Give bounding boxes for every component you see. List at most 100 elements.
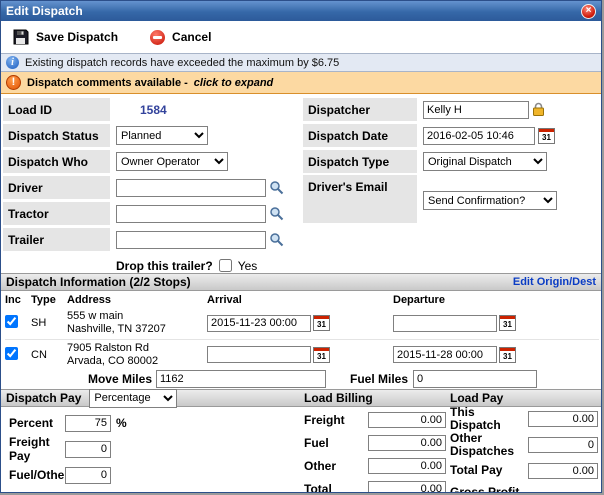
cancel-label: Cancel: [172, 30, 211, 44]
billing-freight-input[interactable]: [368, 412, 446, 428]
total-pay-input[interactable]: [528, 463, 598, 479]
billing-total-input[interactable]: [368, 481, 446, 494]
billing-other-label: Other: [304, 459, 368, 473]
billing-freight-label: Freight: [304, 413, 368, 427]
stop-2-arrival-input[interactable]: [207, 346, 311, 363]
stop-row: SH 555 w main Nashville, TN 37207 31 31: [5, 308, 599, 338]
tractor-input[interactable]: [116, 205, 266, 223]
move-miles-input[interactable]: [156, 370, 326, 388]
load-pay-column: This Dispatch Other Dispatches Total Pay…: [450, 408, 602, 493]
stops-table-header: Inc Type Address Arrival Departure: [5, 294, 599, 306]
pay-left-column: Percent % Freight Pay Fuel/Other: [9, 410, 159, 488]
dispatch-type-select[interactable]: Original Dispatch: [423, 152, 547, 171]
drop-trailer-label: Drop this trailer?: [116, 259, 213, 273]
billing-fuel-row: Fuel: [304, 431, 450, 454]
driver-input[interactable]: [116, 179, 266, 197]
miles-row: Move Miles Fuel Miles: [1, 369, 601, 389]
driver-label: Driver: [3, 176, 110, 199]
info-icon: i: [6, 56, 19, 69]
dispatch-date-calendar-icon[interactable]: 31: [538, 128, 555, 144]
percent-input[interactable]: [65, 415, 111, 432]
col-departure: Departure: [393, 294, 599, 306]
move-miles-label: Move Miles: [1, 372, 156, 386]
dispatch-status-label: Dispatch Status: [3, 124, 110, 147]
percent-row: Percent %: [9, 410, 159, 436]
close-icon[interactable]: ×: [581, 4, 596, 19]
col-inc: Inc: [5, 294, 31, 306]
stop-1-arrival-calendar-icon[interactable]: 31: [313, 315, 330, 331]
save-label: Save Dispatch: [36, 30, 118, 44]
driver-search-icon[interactable]: [269, 180, 284, 195]
dispatcher-row: Dispatcher: [303, 97, 602, 122]
stop-row: CN 7905 Ralston Rd Arvada, CO 80002 31 3…: [5, 339, 599, 369]
stop-2-include-checkbox[interactable]: [5, 347, 18, 360]
stop-1-type: SH: [31, 317, 67, 329]
tractor-search-icon[interactable]: [269, 206, 284, 221]
gross-profit-row: Gross Profit: [450, 482, 602, 493]
dispatcher-label: Dispatcher: [303, 98, 417, 121]
title-bar[interactable]: Edit Dispatch ×: [1, 1, 601, 21]
billing-fuel-label: Fuel: [304, 436, 368, 450]
stop-1-departure-input[interactable]: [393, 315, 497, 332]
send-confirmation-select[interactable]: Send Confirmation?: [423, 191, 557, 210]
comments-alert[interactable]: ! Dispatch comments available - click to…: [1, 72, 601, 94]
other-dispatches-input[interactable]: [528, 437, 598, 453]
trailer-search-icon[interactable]: [269, 232, 284, 247]
lock-icon[interactable]: [532, 102, 545, 117]
dispatcher-input[interactable]: [423, 101, 529, 119]
this-dispatch-input[interactable]: [528, 411, 598, 427]
freight-pay-label: Freight Pay: [9, 435, 65, 463]
freight-pay-input[interactable]: [65, 441, 111, 458]
billing-freight-row: Freight: [304, 408, 450, 431]
tractor-row: Tractor: [3, 201, 301, 226]
dispatch-who-label: Dispatch Who: [3, 150, 110, 173]
stop-1-departure-calendar-icon[interactable]: 31: [499, 315, 516, 331]
trailer-row: Trailer: [3, 227, 301, 252]
stop-2-departure-calendar-icon[interactable]: 31: [499, 347, 516, 363]
stop-2-type: CN: [31, 349, 67, 361]
total-pay-row: Total Pay: [450, 459, 602, 482]
freight-pay-row: Freight Pay: [9, 436, 159, 462]
info-alert: i Existing dispatch records have exceede…: [1, 53, 601, 72]
dispatch-who-select[interactable]: Owner Operator: [116, 152, 228, 171]
percent-unit: %: [116, 416, 127, 430]
stop-2-address: 7905 Ralston Rd Arvada, CO 80002: [67, 342, 207, 368]
save-dispatch-button[interactable]: Save Dispatch: [13, 29, 118, 45]
dispatch-status-select[interactable]: Planned: [116, 126, 208, 145]
billing-other-input[interactable]: [368, 458, 446, 474]
stop-2-departure-input[interactable]: [393, 346, 497, 363]
drop-trailer-checkbox[interactable]: [219, 259, 232, 272]
dispatch-pay-title: Dispatch Pay: [6, 391, 81, 405]
toolbar: Save Dispatch Cancel: [1, 21, 601, 53]
stop-1-arrival-input[interactable]: [207, 315, 311, 332]
edit-origin-dest-link[interactable]: Edit Origin/Dest: [513, 276, 596, 288]
pay-method-select[interactable]: Percentage: [89, 389, 177, 408]
load-pay-header: Load Pay: [450, 391, 503, 405]
dispatch-info-title: Dispatch Information (2/2 Stops): [6, 275, 191, 289]
dispatch-type-label: Dispatch Type: [303, 150, 417, 173]
billing-fuel-input[interactable]: [368, 435, 446, 451]
cancel-button[interactable]: Cancel: [150, 30, 211, 45]
load-billing-column: Freight Fuel Other Total: [304, 408, 450, 493]
fuel-other-input[interactable]: [65, 467, 111, 484]
col-arrival: Arrival: [207, 294, 393, 306]
fuel-miles-input[interactable]: [413, 370, 537, 388]
col-address: Address: [67, 294, 207, 306]
fuel-other-row: Fuel/Other: [9, 462, 159, 488]
dispatch-date-input[interactable]: [423, 127, 535, 145]
stop-2-arrival-calendar-icon[interactable]: 31: [313, 347, 330, 363]
tractor-label: Tractor: [3, 202, 110, 225]
stop-1-include-checkbox[interactable]: [5, 315, 18, 328]
comments-expand-link[interactable]: click to expand: [194, 77, 273, 89]
this-dispatch-label: This Dispatch: [450, 406, 528, 432]
load-billing-header: Load Billing: [304, 391, 373, 405]
driver-row: Driver: [3, 175, 301, 200]
trailer-label: Trailer: [3, 228, 110, 251]
dispatch-type-row: Dispatch Type Original Dispatch: [303, 149, 602, 174]
form-left-column: Load ID 1584 Dispatch Status Planned Dis…: [3, 97, 301, 279]
trailer-input[interactable]: [116, 231, 266, 249]
dispatch-info-header: Dispatch Information (2/2 Stops) Edit Or…: [1, 273, 601, 291]
percent-label: Percent: [9, 416, 65, 430]
stop-1-address: 555 w main Nashville, TN 37207: [67, 310, 207, 336]
load-id-row: Load ID 1584: [3, 97, 301, 122]
